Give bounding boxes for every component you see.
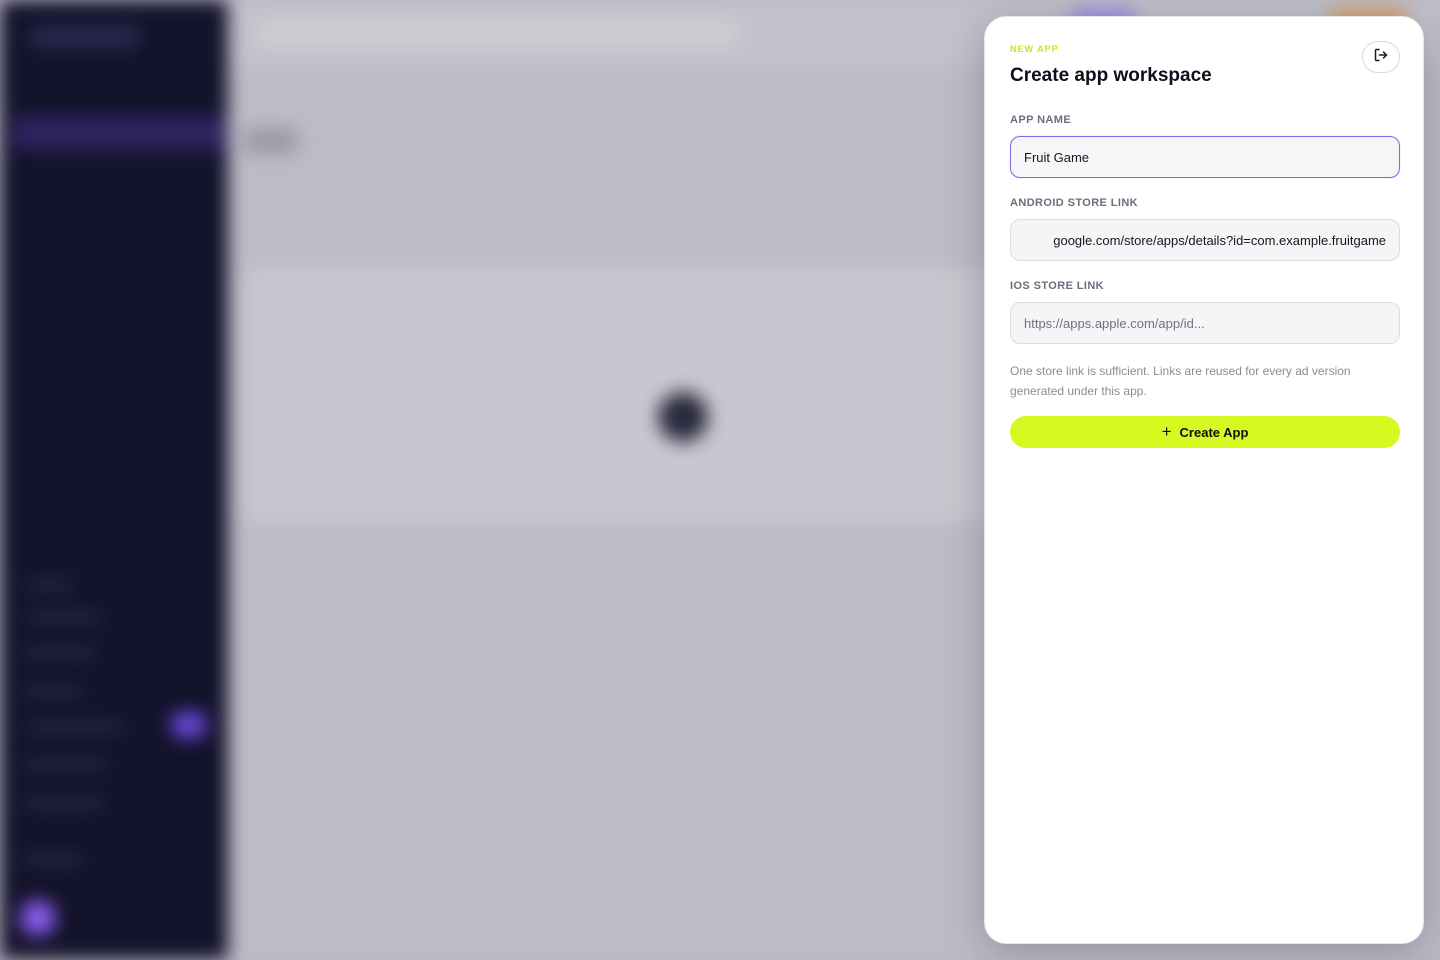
exit-icon [1373,47,1389,68]
background-logo [30,26,140,48]
background-avatar [20,900,56,936]
app-name-value: Fruit Game [1024,149,1090,165]
background-nav-line [24,760,108,770]
android-store-link-value: google.com/store/apps/details?id=com.exa… [1053,232,1386,248]
app-name-label: APP NAME [1010,114,1072,126]
background-nav-line [24,722,124,732]
ios-store-link-placeholder: https://apps.apple.com/app/id... [1024,315,1205,331]
plus-icon: + [1161,421,1172,441]
ios-store-link-label: IOS STORE LINK [1010,280,1105,292]
background-nav-active-item [12,116,228,150]
create-app-button[interactable]: + Create App [1010,416,1400,448]
background-nav-line [24,798,104,808]
background-title [244,128,298,154]
app-name-input[interactable]: Fruit Game [1010,136,1400,178]
android-store-link-label: ANDROID STORE LINK [1010,197,1139,209]
background-nav-line [24,854,84,864]
close-panel-button[interactable] [1362,41,1400,73]
ios-store-link-input[interactable]: https://apps.apple.com/app/id... [1010,302,1400,344]
background-nav-line [24,648,96,658]
android-store-link-input[interactable]: google.com/store/apps/details?id=com.exa… [1010,219,1400,261]
background-empty-state-icon [658,392,708,442]
create-app-button-label: Create App [1179,424,1249,440]
store-link-hint: One store link is sufficient. Links are … [1010,364,1351,398]
background-nav-line [24,686,84,696]
background-sidebar [0,0,228,960]
background-badge [172,712,206,738]
background-nav-line [24,580,74,590]
create-app-panel: NEW APP Create app workspace APP NAME Fr… [984,16,1424,944]
panel-title: Create app workspace [1010,65,1212,86]
background-nav-line [24,612,104,622]
background-search [258,20,738,48]
panel-eyebrow: NEW APP [1010,44,1059,54]
